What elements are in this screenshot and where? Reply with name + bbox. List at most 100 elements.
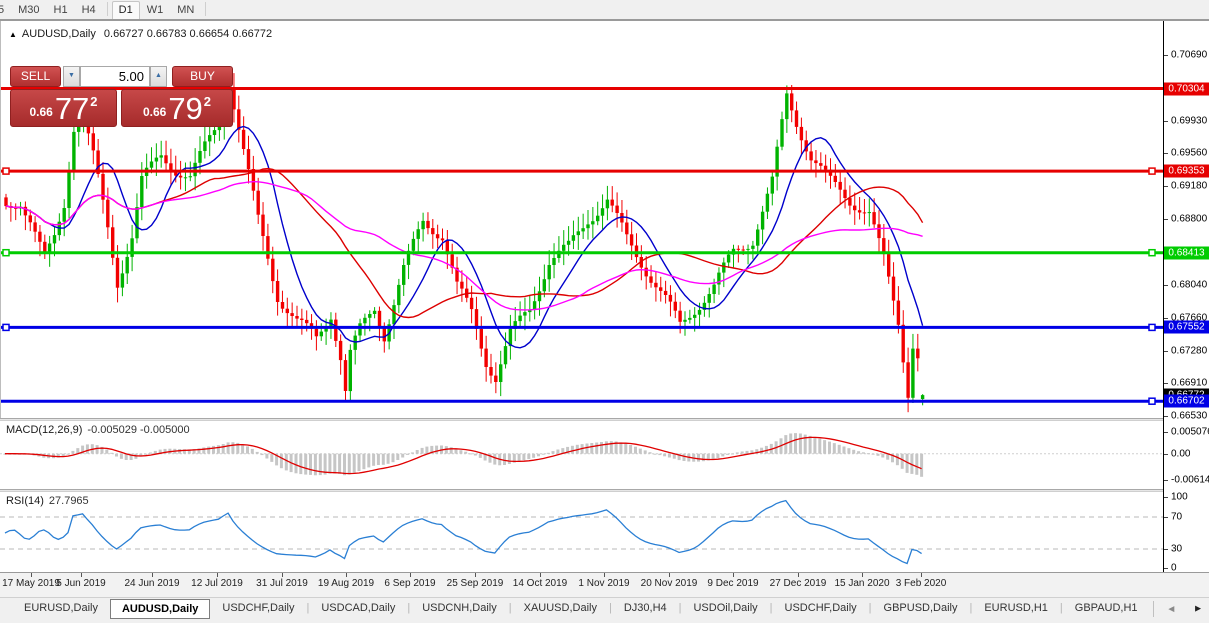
- rsi-tick: [1164, 568, 1168, 569]
- timeframe-button-m30[interactable]: M30: [11, 1, 46, 20]
- date-label: 6 Sep 2019: [384, 578, 435, 589]
- date-tick: [921, 573, 922, 577]
- price-tick-label: 0.69560: [1171, 148, 1207, 159]
- hline-price-label: 0.70304: [1164, 83, 1209, 96]
- macd-tick: [1164, 432, 1168, 433]
- price-tick: [1164, 351, 1168, 352]
- price-tick: [1164, 121, 1168, 122]
- rsi-value: 27.7965: [49, 495, 89, 507]
- timeframe-button-5[interactable]: 5: [0, 1, 11, 20]
- date-label: 31 Jul 2019: [256, 578, 308, 589]
- sell-button[interactable]: SELL: [10, 66, 61, 87]
- macd-values: -0.005029 -0.005000: [87, 424, 189, 436]
- tab-scroll-right-icon[interactable]: ►: [1193, 604, 1203, 615]
- price-tick-label: 0.68800: [1171, 214, 1207, 225]
- buy-price-prefix: 0.66: [143, 105, 166, 119]
- tab-scroll-arrows: ◄ ►: [1153, 601, 1203, 617]
- chart-tab-bar: EURUSD,DailyAUDUSD,DailyUSDCHF,Daily|USD…: [0, 597, 1209, 623]
- macd-axis-label: 0.00: [1171, 449, 1190, 460]
- chart-tab-usdcad-daily[interactable]: USDCAD,Daily: [309, 598, 407, 617]
- date-tick: [31, 573, 32, 577]
- spin-down-icon: ▼: [68, 72, 75, 79]
- date-tick: [217, 573, 218, 577]
- hline-price-label: 0.69353: [1164, 165, 1209, 178]
- sell-price-big: 77: [55, 95, 89, 123]
- date-label: 3 Feb 2020: [896, 578, 947, 589]
- rsi-name: RSI(14): [6, 495, 44, 507]
- buy-button[interactable]: BUY: [172, 66, 233, 87]
- date-tick: [410, 573, 411, 577]
- hline-price-label: 0.68413: [1164, 247, 1209, 260]
- date-axis[interactable]: 17 May 2019 5 Jun 2019 24 Jun 2019 12 Ju…: [0, 572, 1209, 598]
- spin-up-icon: ▲: [155, 72, 162, 79]
- timeframe-button-mn[interactable]: MN: [170, 1, 201, 20]
- rsi-axis-label: 100: [1171, 492, 1188, 503]
- date-label: 27 Dec 2019: [770, 578, 827, 589]
- toolbar-separator: [107, 2, 108, 16]
- volume-input[interactable]: [80, 66, 150, 87]
- main-chart-panel[interactable]: ▲AUDUSD,Daily0.66727 0.66783 0.66654 0.6…: [0, 21, 1164, 418]
- sell-price-prefix: 0.66: [29, 105, 52, 119]
- price-tick: [1164, 153, 1168, 154]
- price-tick-label: 0.70690: [1171, 50, 1207, 61]
- chart-tab-eurusd-daily[interactable]: EURUSD,Daily: [12, 598, 110, 617]
- date-label: 17 May 2019: [2, 578, 60, 589]
- chart-tab-audusd-daily[interactable]: AUDUSD,Daily: [110, 599, 210, 619]
- price-tick-label: 0.69180: [1171, 181, 1207, 192]
- chart-tab-gbpusd-daily[interactable]: GBPUSD,Daily: [872, 598, 970, 617]
- macd-name: MACD(12,26,9): [6, 424, 82, 436]
- buy-price-pip: 2: [204, 94, 211, 109]
- volume-increase-button[interactable]: ▲: [150, 66, 167, 87]
- date-label: 15 Jan 2020: [834, 578, 889, 589]
- chart-tab-usdchf-daily[interactable]: USDCHF,Daily: [773, 598, 869, 617]
- timeframe-button-h1[interactable]: H1: [47, 1, 75, 20]
- chart-tab-eurusd-h1[interactable]: EURUSD,H1: [972, 598, 1060, 617]
- sell-price-button[interactable]: 0.66772: [10, 89, 117, 127]
- chart-tab-gbpaud-h1[interactable]: GBPAUD,H1: [1063, 598, 1150, 617]
- date-label: 12 Jul 2019: [191, 578, 243, 589]
- date-tick: [152, 573, 153, 577]
- rsi-axis-label: 70: [1171, 512, 1182, 523]
- price-tick: [1164, 416, 1168, 417]
- tab-scroll-left-icon[interactable]: ◄: [1166, 604, 1176, 615]
- rsi-panel[interactable]: RSI(14) 27.7965: [0, 492, 1163, 572]
- date-label: 5 Jun 2019: [56, 578, 106, 589]
- chart-symbol-label: AUDUSD,Daily: [22, 28, 96, 40]
- ma-10-line: [6, 127, 923, 348]
- date-tick: [733, 573, 734, 577]
- chart-tab-usdoil-daily[interactable]: USDOil,Daily: [681, 598, 769, 617]
- rsi-tick: [1164, 549, 1168, 550]
- macd-panel[interactable]: MACD(12,26,9) -0.005029 -0.005000: [0, 421, 1163, 489]
- buy-price-button[interactable]: 0.66792: [121, 89, 233, 127]
- chart-tab-usdcnh-daily[interactable]: USDCNH,Daily: [410, 598, 509, 617]
- rsi-tick: [1164, 497, 1168, 498]
- timeframe-button-d1[interactable]: D1: [112, 1, 140, 20]
- timeframe-button-h4[interactable]: H4: [75, 1, 103, 20]
- rsi-label: RSI(14) 27.7965: [6, 495, 89, 507]
- chart-tab-xauusd-daily[interactable]: XAUUSD,Daily: [512, 598, 609, 617]
- date-tick: [282, 573, 283, 577]
- rsi-chart[interactable]: [0, 492, 1163, 572]
- chart-title: ▲AUDUSD,Daily0.66727 0.66783 0.66654 0.6…: [9, 28, 272, 40]
- price-tick: [1164, 383, 1168, 384]
- date-label: 9 Dec 2019: [707, 578, 758, 589]
- date-tick: [862, 573, 863, 577]
- price-tick-label: 0.66910: [1171, 378, 1207, 389]
- date-label: 19 Aug 2019: [318, 578, 374, 589]
- date-label: 25 Sep 2019: [447, 578, 504, 589]
- date-tick: [669, 573, 670, 577]
- price-tick: [1164, 55, 1168, 56]
- chart-tab-dj30-h4[interactable]: DJ30,H4: [612, 598, 679, 617]
- price-tick-label: 0.68040: [1171, 280, 1207, 291]
- price-scale[interactable]: 0.70690 0.69930 0.69560 0.69180 0.68800 …: [1164, 21, 1209, 572]
- date-tick: [604, 573, 605, 577]
- hline-price-label: 0.67552: [1164, 321, 1209, 334]
- chart-tab-usdchf-daily[interactable]: USDCHF,Daily: [210, 598, 306, 617]
- one-click-trade-panel: SELL ▼ ▲ BUY 0.66772 0.66792: [10, 65, 233, 127]
- collapse-arrow-icon[interactable]: ▲: [9, 30, 17, 39]
- timeframe-button-w1[interactable]: W1: [140, 1, 171, 20]
- price-tick: [1164, 318, 1168, 319]
- volume-decrease-button[interactable]: ▼: [63, 66, 80, 87]
- toolbar-separator: [205, 2, 206, 16]
- date-tick: [81, 573, 82, 577]
